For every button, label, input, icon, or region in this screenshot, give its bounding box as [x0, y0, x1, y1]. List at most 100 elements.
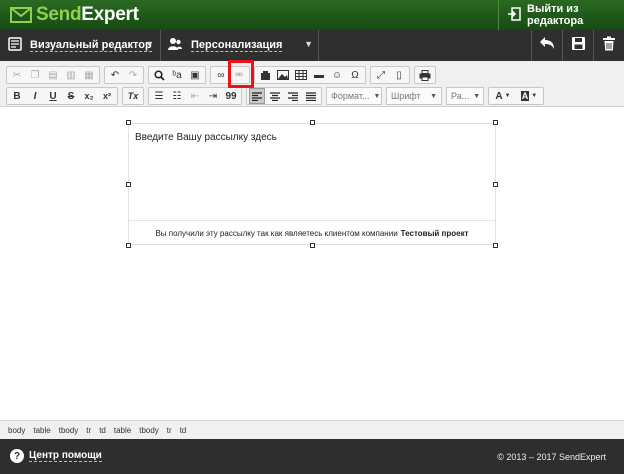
copy-icon[interactable]: ❐: [27, 67, 43, 83]
footer-company: Тестовый проект: [400, 228, 469, 238]
personalization-label: Персонализация: [191, 39, 283, 52]
select-all-icon[interactable]: ▣: [187, 67, 203, 83]
envelope-logo-icon: [10, 7, 32, 23]
content-placeholder-text[interactable]: Введите Вашу рассылку здесь: [135, 132, 277, 143]
align-right-icon[interactable]: [285, 88, 301, 104]
path-item[interactable]: table: [114, 426, 131, 435]
nav-divider: [160, 30, 161, 61]
subscript-button[interactable]: x₂: [81, 88, 97, 104]
color-group: A ▼ A ▼: [488, 87, 544, 105]
path-item[interactable]: table: [33, 426, 50, 435]
delete-button[interactable]: [593, 30, 624, 61]
resize-handle[interactable]: [126, 120, 131, 125]
nav-actions: [531, 30, 624, 61]
top-header: SendExpert Выйти из редактора: [0, 0, 624, 30]
font-select-label: Шрифт: [391, 91, 421, 101]
caret-down-icon: ▼: [531, 93, 538, 99]
undo-button[interactable]: [531, 30, 562, 61]
logo[interactable]: SendExpert: [10, 4, 139, 26]
resize-handle[interactable]: [126, 243, 131, 248]
nav-divider: [318, 30, 319, 61]
insert-block-icon[interactable]: [257, 67, 273, 83]
text-color-label: A: [495, 90, 503, 102]
smiley-icon[interactable]: ☺: [329, 67, 345, 83]
path-item[interactable]: tbody: [139, 426, 159, 435]
chevron-down-icon: ▼: [304, 39, 313, 49]
align-justify-icon[interactable]: [303, 88, 319, 104]
font-select[interactable]: Шрифт ▼: [386, 87, 442, 105]
strikethrough-button[interactable]: S: [63, 88, 79, 104]
format-select[interactable]: Формат... ▼: [326, 87, 382, 105]
text-color-button[interactable]: A ▼: [491, 88, 515, 104]
table-icon[interactable]: [293, 67, 309, 83]
list-group: ☰ ☷ ⇤ ⇥ 99: [148, 87, 242, 105]
visual-editor-dropdown[interactable]: Визуальный редактор ▼: [8, 30, 158, 61]
path-item[interactable]: tr: [86, 426, 91, 435]
cut-icon[interactable]: ✂: [9, 67, 25, 83]
path-item[interactable]: td: [180, 426, 187, 435]
resize-handle[interactable]: [310, 243, 315, 248]
replace-icon[interactable]: ᵇa: [169, 67, 185, 83]
align-group: [246, 87, 322, 105]
paste-text-icon[interactable]: ▥: [63, 67, 79, 83]
bold-button[interactable]: B: [9, 88, 25, 104]
personalization-dropdown[interactable]: Персонализация ▼: [167, 30, 317, 61]
editor-area[interactable]: Введите Вашу рассылку здесь Вы получили …: [0, 108, 624, 420]
caret-down-icon: ▼: [430, 92, 437, 100]
maximize-icon[interactable]: ⤢: [373, 67, 389, 83]
indent-icon[interactable]: ⇥: [205, 88, 221, 104]
path-item[interactable]: td: [99, 426, 106, 435]
editor-navbar: Визуальный редактор ▼ Персонализация ▼: [0, 30, 624, 61]
align-left-icon[interactable]: [249, 88, 265, 104]
exit-editor-label: Выйти из редактора: [527, 3, 584, 27]
resize-handle[interactable]: [310, 120, 315, 125]
save-button[interactable]: [562, 30, 593, 61]
copyright-text: © 2013 – 2017 SendExpert: [497, 452, 606, 462]
print-icon[interactable]: [417, 67, 433, 83]
editor-toolbar: ✂ ❐ ▤ ▥ ▦ ↶ ↷ ᵇa ▣ ∞ ⚮ ▬ ☺ Ω ⤢ ▯ B I U S…: [0, 61, 624, 107]
bg-color-button[interactable]: A ▼: [517, 88, 541, 104]
footer-text: Вы получили эту рассылку так как являете…: [155, 228, 398, 238]
toolbar-row-2: B I U S x₂ x² Tx ☰ ☷ ⇤ ⇥ 99 Формат... ▼ …: [6, 87, 548, 105]
size-select[interactable]: Ра... ▼: [446, 87, 484, 105]
resize-handle[interactable]: [493, 182, 498, 187]
bulleted-list-icon[interactable]: ☷: [169, 88, 185, 104]
show-blocks-icon[interactable]: ▯: [391, 67, 407, 83]
content-table[interactable]: Введите Вашу рассылку здесь Вы получили …: [128, 123, 496, 245]
text-style-group: B I U S x₂ x²: [6, 87, 118, 105]
clear-format-group: Tx: [122, 87, 144, 105]
underline-button[interactable]: U: [45, 88, 61, 104]
horizontal-line-icon[interactable]: ▬: [311, 67, 327, 83]
trash-icon: [602, 36, 616, 56]
exit-editor-button[interactable]: Выйти из редактора: [498, 0, 624, 30]
paste-icon[interactable]: ▤: [45, 67, 61, 83]
clear-format-button[interactable]: Tx: [125, 88, 141, 104]
superscript-button[interactable]: x²: [99, 88, 115, 104]
outdent-icon[interactable]: ⇤: [187, 88, 203, 104]
link-icon[interactable]: ∞: [213, 67, 229, 83]
undo-icon[interactable]: ↶: [107, 67, 123, 83]
path-item[interactable]: body: [8, 426, 25, 435]
image-icon[interactable]: [275, 67, 291, 83]
resize-handle[interactable]: [126, 182, 131, 187]
content-footer[interactable]: Вы получили эту рассылку так как являете…: [129, 220, 495, 245]
paste-word-icon[interactable]: ▦: [81, 67, 97, 83]
align-center-icon[interactable]: [267, 88, 283, 104]
path-item[interactable]: tr: [167, 426, 172, 435]
insert-group: ▬ ☺ Ω: [254, 66, 366, 84]
find-icon[interactable]: [151, 67, 167, 83]
resize-handle[interactable]: [493, 120, 498, 125]
italic-button[interactable]: I: [27, 88, 43, 104]
redo-icon[interactable]: ↷: [125, 67, 141, 83]
resize-handle[interactable]: [493, 243, 498, 248]
view-group: ⤢ ▯: [370, 66, 410, 84]
size-select-label: Ра...: [451, 91, 470, 101]
special-char-icon[interactable]: Ω: [347, 67, 363, 83]
format-select-label: Формат...: [331, 91, 370, 101]
blockquote-button[interactable]: 99: [223, 88, 239, 104]
clipboard-group: ✂ ❐ ▤ ▥ ▦: [6, 66, 100, 84]
numbered-list-icon[interactable]: ☰: [151, 88, 167, 104]
path-item[interactable]: tbody: [59, 426, 79, 435]
highlight-box: [228, 60, 254, 88]
help-center-link[interactable]: ? Центр помощи: [10, 449, 102, 463]
